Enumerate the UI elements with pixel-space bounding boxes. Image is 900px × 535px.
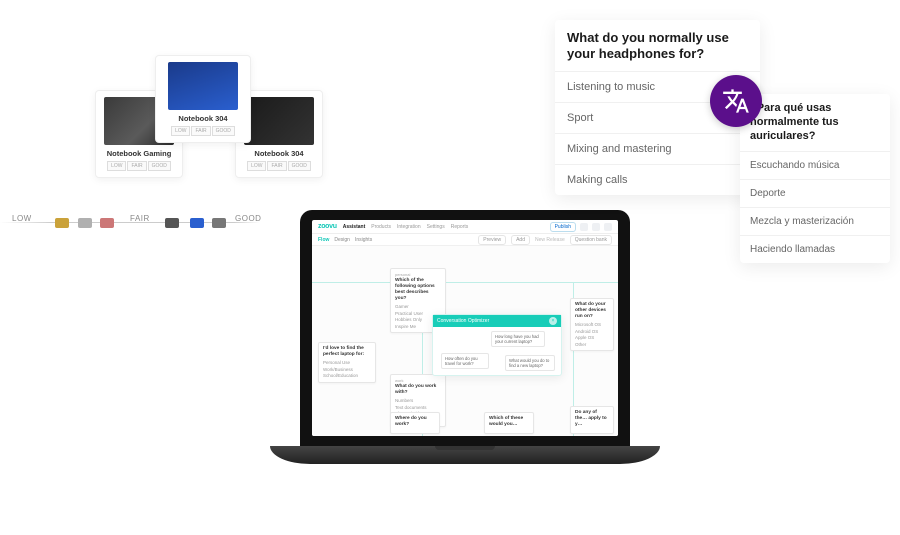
app-nav: Assistant Products Integration Settings …: [343, 224, 468, 230]
subnav-flow[interactable]: Flow: [318, 237, 329, 243]
answer-option[interactable]: Deporte: [740, 179, 890, 207]
flow-node[interactable]: I'd love to find the perfect laptop for:…: [318, 342, 376, 383]
rating-chip[interactable]: LOW: [107, 161, 126, 171]
rating-row: LOW FAIR GOOD: [162, 126, 244, 136]
translate-icon: [710, 75, 762, 127]
rating-row: LOW FAIR GOOD: [102, 161, 176, 171]
scale-thumb: [100, 218, 114, 228]
nav-item-reports[interactable]: Reports: [451, 224, 469, 230]
conversation-optimizer-popup[interactable]: Conversation Optimizer × How long have y…: [432, 314, 562, 376]
nav-item-integration[interactable]: Integration: [397, 224, 421, 230]
product-image: [244, 97, 314, 145]
topbar-icon-button[interactable]: [604, 223, 612, 231]
answer-option[interactable]: Haciendo llamadas: [740, 235, 890, 263]
scale-thumb: [55, 218, 69, 228]
add-button[interactable]: Add: [511, 235, 530, 245]
laptop-base: [270, 446, 660, 464]
preview-button[interactable]: Preview: [478, 235, 506, 245]
rating-chip[interactable]: GOOD: [212, 126, 235, 136]
scale-thumb: [78, 218, 92, 228]
question-heading: What do you normally use your headphones…: [555, 20, 760, 71]
rating-chip[interactable]: GOOD: [288, 161, 311, 171]
laptop-bezel: zoovu Assistant Products Integration Set…: [300, 210, 630, 450]
product-card-cluster: Notebook Gaming LOW FAIR GOOD Notebook 3…: [95, 55, 375, 205]
scale-label-fair: FAIR: [130, 214, 150, 223]
popup-header[interactable]: Conversation Optimizer ×: [433, 315, 561, 327]
publish-button[interactable]: Publish: [550, 222, 576, 232]
rating-chip[interactable]: FAIR: [191, 126, 210, 136]
question-panel-es: ¿Para qué usas normalmente tus auricular…: [740, 94, 890, 263]
flow-canvas[interactable]: I'd love to find the perfect laptop for:…: [312, 246, 618, 436]
node-heading: What do you work with?: [395, 384, 441, 396]
rating-row: LOW FAIR GOOD: [242, 161, 316, 171]
popup-mini-node[interactable]: How long have you had your current lapto…: [491, 331, 545, 347]
nav-item-assistant[interactable]: Assistant: [343, 224, 366, 230]
node-heading: Do any of the… apply to y…: [575, 410, 609, 428]
rating-chip[interactable]: FAIR: [267, 161, 286, 171]
nav-item-products[interactable]: Products: [371, 224, 391, 230]
nav-item-settings[interactable]: Settings: [427, 224, 445, 230]
question-bank-button[interactable]: Question bank: [570, 235, 612, 245]
node-heading: Where do you work?: [395, 416, 435, 428]
subnav-insights[interactable]: Insights: [355, 237, 372, 243]
topbar-icon-button[interactable]: [580, 223, 588, 231]
answer-option[interactable]: Making calls: [555, 164, 760, 195]
scale-thumb: [190, 218, 204, 228]
popup-title: Conversation Optimizer: [437, 318, 489, 324]
answer-option[interactable]: Escuchando música: [740, 151, 890, 179]
flow-node[interactable]: What do your other devices run on? Micro…: [570, 298, 614, 351]
rating-chip[interactable]: LOW: [247, 161, 266, 171]
flow-node[interactable]: Do any of the… apply to y…: [570, 406, 614, 434]
answer-option[interactable]: Mezcla y masterización: [740, 207, 890, 235]
rating-chip[interactable]: LOW: [171, 126, 190, 136]
rating-chip[interactable]: FAIR: [127, 161, 146, 171]
node-heading: Which of these would you…: [489, 416, 529, 428]
close-icon[interactable]: ×: [549, 317, 557, 325]
answer-option[interactable]: Mixing and mastering: [555, 133, 760, 164]
app-logo[interactable]: zoovu: [318, 223, 337, 230]
node-heading: I'd love to find the perfect laptop for:: [323, 346, 371, 358]
product-image: [168, 62, 238, 110]
node-heading: Which of the following options best desc…: [395, 278, 441, 302]
rating-chip[interactable]: GOOD: [148, 161, 171, 171]
scale-label-low: LOW: [12, 214, 32, 223]
app-screen: zoovu Assistant Products Integration Set…: [312, 220, 618, 436]
laptop-mockup: zoovu Assistant Products Integration Set…: [270, 210, 660, 510]
scale-thumb: [165, 218, 179, 228]
popup-mini-node[interactable]: What would you do to find a new laptop?: [505, 355, 555, 371]
product-title: Notebook Gaming: [102, 149, 176, 158]
product-title: Notebook 304: [242, 149, 316, 158]
scale-label-good: GOOD: [235, 214, 261, 223]
question-heading: ¿Para qué usas normalmente tus auricular…: [740, 94, 890, 151]
node-heading: What do your other devices run on?: [575, 302, 609, 320]
product-title: Notebook 304: [162, 114, 244, 123]
popup-mini-node[interactable]: How often do you travel for work?: [441, 353, 489, 369]
flow-node[interactable]: Which of these would you…: [484, 412, 534, 434]
subnav-design[interactable]: Design: [334, 237, 350, 243]
product-card[interactable]: Notebook 304 LOW FAIR GOOD: [155, 55, 251, 143]
app-topbar: zoovu Assistant Products Integration Set…: [312, 220, 618, 234]
topbar-icon-button[interactable]: [592, 223, 600, 231]
quality-scale: LOW FAIR GOOD: [0, 210, 260, 234]
scale-thumb: [212, 218, 226, 228]
breadcrumb-last: New Release: [535, 237, 565, 243]
flow-node[interactable]: Where do you work?: [390, 412, 440, 434]
app-subnav: Flow Design Insights Preview Add New Rel…: [312, 234, 618, 246]
